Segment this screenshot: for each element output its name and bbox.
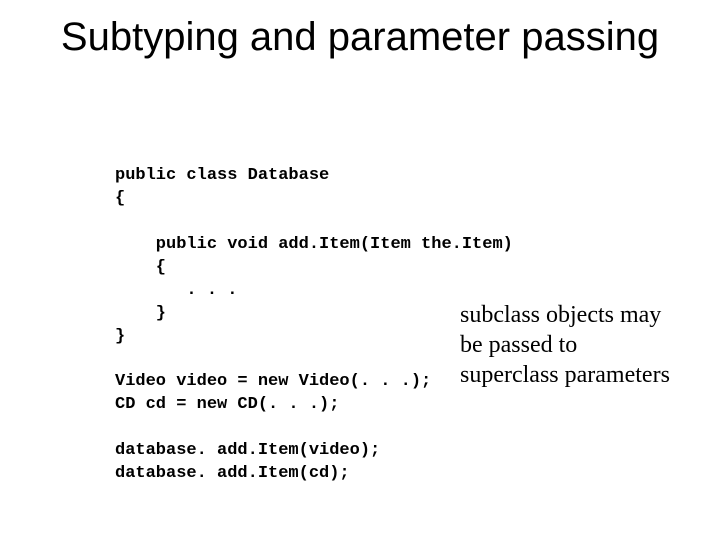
code-line: { — [115, 258, 166, 277]
code-line: Video video = new Video(. . .); — [115, 372, 431, 391]
code-block: public class Database { public void add.… — [115, 165, 513, 486]
side-note: subclass objects may be passed to superc… — [460, 300, 680, 390]
slide: Subtyping and parameter passing public c… — [0, 0, 720, 540]
code-line: } — [115, 304, 166, 323]
code-line: database. add.Item(video); — [115, 441, 380, 460]
code-line: } — [115, 327, 125, 346]
slide-title: Subtyping and parameter passing — [0, 0, 720, 60]
code-line: database. add.Item(cd); — [115, 464, 350, 483]
code-line: { — [115, 189, 125, 208]
code-line: CD cd = new CD(. . .); — [115, 395, 339, 414]
code-line: . . . — [115, 281, 237, 300]
code-line: public class Database — [115, 166, 329, 185]
code-line: public void add.Item(Item the.Item) — [115, 235, 513, 254]
